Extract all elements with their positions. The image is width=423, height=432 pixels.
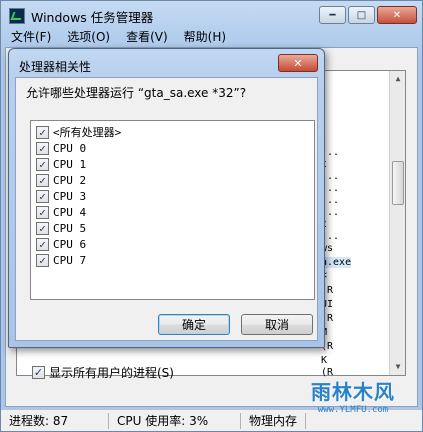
processor-checkbox[interactable]: ✓ — [36, 125, 49, 139]
processor-checkbox[interactable]: ✓ — [36, 141, 49, 155]
processor-checkbox[interactable]: ✓ — [36, 253, 49, 267]
process-list-scrollbar[interactable]: ▲ ▼ — [389, 71, 405, 375]
processor-label: CPU 1 — [53, 157, 87, 171]
checkmark-icon: ✓ — [39, 173, 46, 187]
processor-item-cpu2[interactable]: ✓ CPU 2 — [36, 172, 86, 188]
processor-checkbox[interactable]: ✓ — [36, 205, 49, 219]
menu-help[interactable]: 帮助(H) — [176, 27, 234, 45]
checkmark-icon: ✓ — [39, 237, 46, 251]
checkmark-icon: ✓ — [39, 253, 46, 267]
scroll-thumb[interactable] — [392, 161, 404, 205]
maximize-button[interactable]: □ — [348, 6, 375, 24]
processor-item-cpu0[interactable]: ✓ CPU 0 — [36, 140, 86, 156]
checkmark-icon: ✓ — [39, 221, 46, 235]
processor-label: CPU 5 — [53, 221, 87, 235]
processor-checkbox[interactable]: ✓ — [36, 173, 49, 187]
processor-item-cpu5[interactable]: ✓ CPU 5 — [36, 220, 86, 236]
processor-label: CPU 6 — [53, 237, 87, 251]
processor-label: CPU 2 — [53, 173, 87, 187]
dialog-close-button[interactable]: ✕ — [278, 54, 318, 72]
processor-label: CPU 3 — [53, 189, 87, 203]
menu-options[interactable]: 选项(O) — [59, 27, 118, 45]
processor-item-cpu7[interactable]: ✓ CPU 7 — [36, 252, 86, 268]
dialog-client-area: 允许哪些处理器运行 “gta_sa.exe *32”? ✓ <所有处理器> ✓ … — [15, 77, 318, 341]
processor-item-cpu6[interactable]: ✓ CPU 6 — [36, 236, 86, 252]
minimize-icon: ━ — [329, 9, 336, 21]
cancel-button[interactable]: 取消 — [241, 314, 313, 335]
processor-item-cpu1[interactable]: ✓ CPU 1 — [36, 156, 86, 172]
dialog-prompt: 允许哪些处理器运行 “gta_sa.exe *32”? — [26, 86, 247, 100]
status-process-count: 进程数: 87 — [1, 412, 109, 429]
watermark-logo: 雨林木风 www.YLMFU.com — [294, 375, 412, 415]
show-all-users-label: 显示所有用户的进程(S) — [49, 366, 174, 380]
caption-buttons: ━ □ ✕ — [319, 6, 417, 24]
processor-label: CPU 7 — [53, 253, 87, 267]
processor-list: ✓ <所有处理器> ✓ CPU 0 ✓ CPU 1 ✓ CPU 2 ✓ CPU … — [30, 120, 315, 300]
processor-item-cpu4[interactable]: ✓ CPU 4 — [36, 204, 86, 220]
maximize-icon: □ — [356, 9, 367, 21]
menu-view[interactable]: 查看(V) — [118, 27, 176, 45]
processor-item-cpu3[interactable]: ✓ CPU 3 — [36, 188, 86, 204]
checkmark-icon: ✓ — [39, 157, 46, 171]
processor-affinity-dialog: 处理器相关性 ✕ 允许哪些处理器运行 “gta_sa.exe *32”? ✓ <… — [8, 48, 325, 348]
close-icon: ✕ — [293, 56, 303, 70]
list-item[interactable]: a.exe — [321, 257, 352, 268]
main-title-bar: Windows 任务管理器 — [9, 7, 153, 25]
menu-file[interactable]: 文件(F) — [3, 27, 59, 45]
processor-label: CPU 4 — [53, 205, 87, 219]
watermark-url: www.YLMFU.com — [317, 404, 389, 415]
scroll-up-icon[interactable]: ▲ — [391, 72, 405, 86]
status-cpu-usage: CPU 使用率: 3% — [109, 412, 241, 429]
watermark-name: 雨林木风 — [311, 379, 395, 404]
main-window-title: Windows 任务管理器 — [31, 9, 154, 25]
checkmark-icon: ✓ — [39, 189, 46, 203]
show-all-users-checkbox[interactable]: ✓ — [32, 366, 45, 379]
list-item[interactable]: K — [321, 355, 327, 366]
processor-checkbox[interactable]: ✓ — [36, 157, 49, 171]
checkmark-icon: ✓ — [39, 141, 46, 155]
close-icon: ✕ — [392, 9, 402, 21]
checkmark-icon: ✓ — [33, 366, 44, 379]
scroll-down-icon[interactable]: ▼ — [391, 360, 405, 374]
processor-item-all[interactable]: ✓ <所有处理器> — [36, 124, 121, 140]
ok-button[interactable]: 确定 — [158, 314, 230, 335]
checkmark-icon: ✓ — [39, 205, 46, 219]
processor-label: <所有处理器> — [53, 126, 122, 139]
show-all-users-option[interactable]: ✓ 显示所有用户的进程(S) — [32, 364, 174, 381]
close-button[interactable]: ✕ — [377, 6, 417, 24]
checkmark-icon: ✓ — [39, 125, 46, 139]
processor-checkbox[interactable]: ✓ — [36, 189, 49, 203]
processor-checkbox[interactable]: ✓ — [36, 237, 49, 251]
processor-checkbox[interactable]: ✓ — [36, 221, 49, 235]
processor-label: CPU 0 — [53, 141, 87, 155]
task-manager-icon — [9, 8, 25, 24]
menu-bar: 文件(F) 选项(O) 查看(V) 帮助(H) — [3, 27, 420, 45]
minimize-button[interactable]: ━ — [319, 6, 346, 24]
dialog-title: 处理器相关性 — [19, 60, 92, 74]
